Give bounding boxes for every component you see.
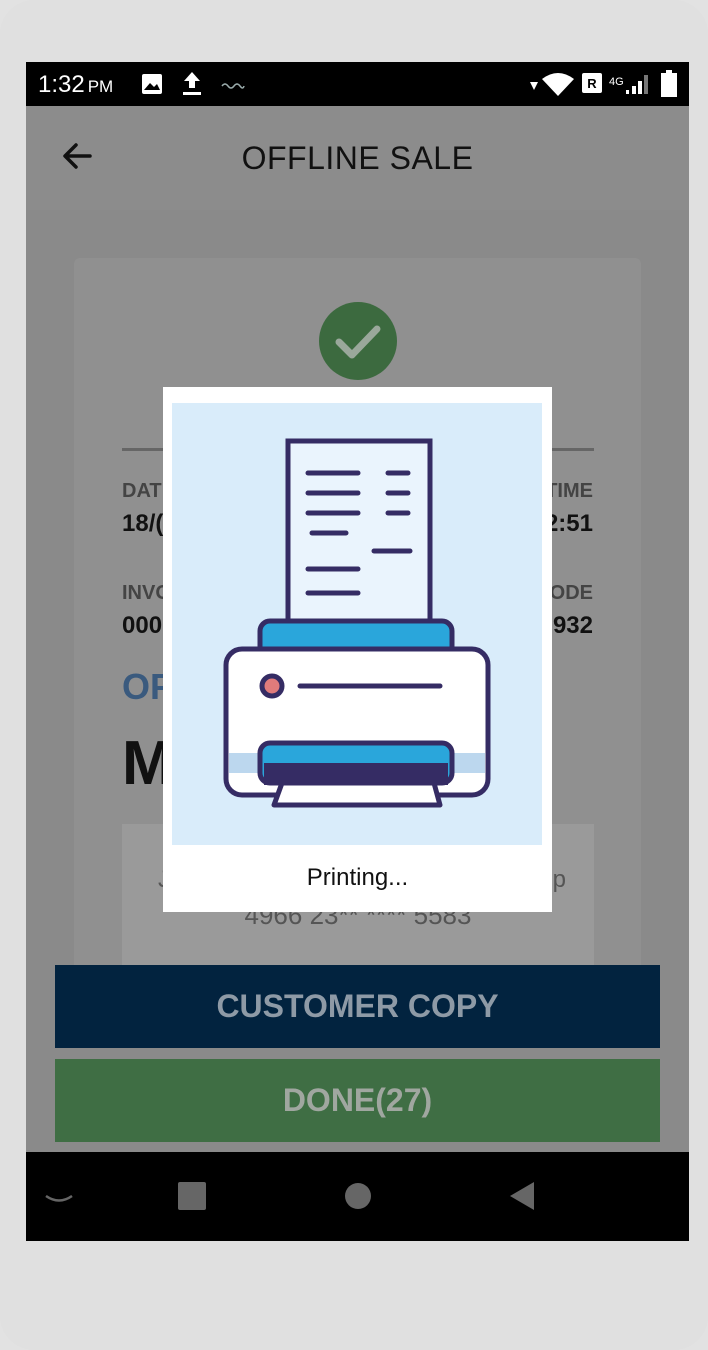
device-frame: 1:32 PM R 4G OFFLINE SALE DAT 18/(TIME …	[0, 0, 708, 1350]
done-button[interactable]: DONE(27)	[55, 1059, 660, 1142]
roaming-icon: R	[582, 73, 602, 98]
date-label: DAT	[122, 480, 162, 502]
app-bar: OFFLINE SALE	[26, 106, 689, 210]
printing-message: Printing...	[306, 864, 409, 891]
roaming-label: R	[587, 76, 597, 91]
battery-icon	[661, 70, 677, 103]
status-time: 1:32 PM	[38, 71, 113, 99]
customer-copy-button[interactable]: CUSTOMER COPY	[55, 965, 660, 1048]
cell-signal-icon	[625, 72, 653, 101]
code-label: ODE	[549, 582, 593, 604]
image-icon	[141, 73, 163, 100]
upload-icon	[181, 70, 203, 101]
printer-icon	[223, 438, 491, 808]
status-bar: 1:32 PM R 4G	[26, 62, 689, 106]
time-label: TIME	[545, 480, 593, 502]
data-arrow-icon	[529, 78, 539, 97]
wifi-icon	[541, 71, 575, 102]
card-side-right: p	[552, 866, 566, 893]
page-title: OFFLINE SALE	[241, 140, 474, 176]
date-value: 18/(	[122, 510, 164, 537]
printer-illustration	[172, 403, 542, 845]
recent-apps-icon[interactable]	[178, 1182, 206, 1215]
code-value: 932	[552, 612, 593, 639]
invoice-value: 000	[122, 612, 163, 639]
home-icon[interactable]	[344, 1182, 372, 1215]
back-nav-icon[interactable]	[508, 1181, 536, 1216]
success-icon	[319, 302, 397, 380]
signal-squiggle-icon	[221, 78, 245, 96]
status-time-value: 1:32	[38, 71, 85, 98]
printing-dialog: Printing...	[163, 387, 552, 912]
system-nav-bar	[26, 1152, 689, 1241]
keyboard-hide-icon[interactable]	[44, 1192, 74, 1210]
time-value: 2:51	[544, 510, 593, 537]
status-time-ampm: PM	[87, 77, 114, 96]
network-type-label: 4G	[609, 76, 624, 88]
